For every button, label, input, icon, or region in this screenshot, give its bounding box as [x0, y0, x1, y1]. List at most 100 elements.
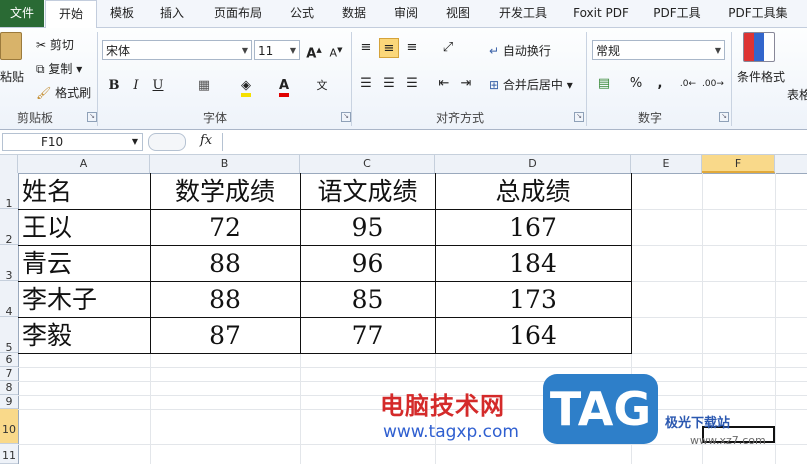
align-left-icon[interactable]: ☰ — [356, 74, 376, 94]
align-right-icon[interactable]: ☰ — [402, 74, 422, 94]
align-top-icon[interactable]: ≡ — [356, 38, 376, 58]
fx-icon[interactable]: fx — [200, 133, 212, 148]
cell-a2[interactable]: 王以 — [22, 211, 150, 245]
row-header-7[interactable]: 7 — [0, 367, 18, 381]
row-header-8[interactable]: 8 — [0, 381, 18, 395]
currency-icon[interactable]: ▤ — [594, 74, 614, 94]
column-header-d[interactable]: D — [435, 155, 631, 173]
cell-d2[interactable]: 167 — [435, 211, 631, 245]
column-header-f[interactable]: F — [702, 155, 775, 173]
row-header-11[interactable]: 11 — [0, 444, 18, 464]
gridline — [18, 367, 807, 368]
tab-template[interactable]: 模板 — [100, 0, 144, 27]
text-orientation-icon[interactable]: ⤢ — [438, 38, 458, 58]
align-middle-icon[interactable]: ≡ — [379, 38, 399, 58]
tab-view[interactable]: 视图 — [436, 0, 480, 27]
copy-button[interactable]: ⧉ 复制 ▾ — [36, 60, 82, 77]
cell-b1[interactable]: 数学成绩 — [150, 175, 300, 209]
tab-page-layout[interactable]: 页面布局 — [205, 0, 271, 27]
tab-review[interactable]: 审阅 — [384, 0, 428, 27]
tab-formulas[interactable]: 公式 — [280, 0, 324, 27]
cell-d4[interactable]: 173 — [435, 283, 631, 317]
fill-color-icon[interactable]: ◈ — [236, 76, 256, 97]
paste-icon[interactable] — [0, 32, 22, 60]
tab-data[interactable]: 数据 — [332, 0, 376, 27]
cell-a3[interactable]: 青云 — [22, 247, 150, 281]
cell-b4[interactable]: 88 — [150, 283, 300, 317]
number-launcher-icon[interactable]: ↘ — [719, 112, 729, 122]
conditional-format-button[interactable]: 条件格式 — [737, 68, 785, 85]
clipboard-launcher-icon[interactable]: ↘ — [87, 112, 97, 122]
row-header-9[interactable]: 9 — [0, 395, 18, 409]
formula-splitter[interactable] — [148, 133, 186, 151]
chevron-down-icon: ▼ — [241, 46, 248, 55]
underline-button[interactable]: U — [148, 76, 168, 96]
cell-c3[interactable]: 96 — [300, 247, 435, 281]
tab-home[interactable]: 开始 — [45, 0, 97, 29]
bold-button[interactable]: B — [104, 76, 124, 96]
align-bottom-icon[interactable]: ≡ — [402, 38, 422, 58]
row-header-4[interactable]: 4 — [0, 281, 18, 318]
font-size-select[interactable]: 11 ▼ — [254, 40, 300, 60]
font-color-icon[interactable]: A — [274, 76, 294, 97]
copy-icon: ⧉ — [36, 62, 45, 76]
increase-decimal-icon[interactable]: .0← — [678, 74, 698, 94]
percent-button[interactable]: % — [626, 74, 646, 94]
select-all-corner[interactable] — [0, 155, 18, 173]
cell-d5[interactable]: 164 — [435, 319, 631, 353]
column-header-b[interactable]: B — [150, 155, 300, 173]
border-icon[interactable]: ▦ — [194, 76, 214, 96]
cell-c5[interactable]: 77 — [300, 319, 435, 353]
gridline — [18, 444, 807, 445]
table-format-button[interactable]: 表格 — [787, 86, 807, 103]
tab-file[interactable]: 文件 — [0, 0, 44, 27]
row-header-5[interactable]: 5 — [0, 317, 18, 354]
column-header-c[interactable]: C — [300, 155, 435, 173]
format-painter-button[interactable]: 🖌 格式刷 — [36, 84, 91, 101]
wrap-text-button[interactable]: ↵ 自动换行 — [489, 42, 551, 59]
cell-c2[interactable]: 95 — [300, 211, 435, 245]
grow-font-icon[interactable]: A▲ — [304, 40, 324, 61]
shrink-font-icon[interactable]: A▼ — [326, 40, 346, 60]
cell-b2[interactable]: 72 — [150, 211, 300, 245]
column-header-bar: A B C D E F — [0, 155, 807, 174]
alignment-launcher-icon[interactable]: ↘ — [574, 112, 584, 122]
tab-developer[interactable]: 开发工具 — [488, 0, 558, 27]
formula-input[interactable] — [222, 133, 807, 151]
decrease-indent-icon[interactable]: ⇤ — [434, 74, 454, 94]
row-header-10[interactable]: 10 — [0, 409, 18, 444]
cell-d1[interactable]: 总成绩 — [435, 175, 631, 209]
comma-button[interactable]: , — [650, 74, 670, 94]
row-header-6[interactable]: 6 — [0, 353, 18, 367]
font-name-select[interactable]: 宋体 ▼ — [102, 40, 252, 60]
conditional-format-icon[interactable] — [743, 32, 775, 62]
row-header-1[interactable]: 1 — [0, 173, 18, 210]
row-header-3[interactable]: 3 — [0, 245, 18, 282]
cell-d3[interactable]: 184 — [435, 247, 631, 281]
name-box[interactable]: F10 ▼ — [2, 133, 143, 151]
paste-button[interactable]: 粘贴 — [0, 68, 24, 85]
column-header-e[interactable]: E — [631, 155, 702, 173]
tab-insert[interactable]: 插入 — [150, 0, 194, 27]
phonetic-icon[interactable]: 文 — [312, 76, 332, 96]
increase-indent-icon[interactable]: ⇥ — [456, 74, 476, 94]
tab-pdf-tools[interactable]: PDF工具 — [644, 0, 710, 27]
number-format-select[interactable]: 常规 ▼ — [592, 40, 725, 60]
cell-a1[interactable]: 姓名 — [22, 175, 150, 209]
cell-a5[interactable]: 李毅 — [22, 319, 150, 353]
cell-b3[interactable]: 88 — [150, 247, 300, 281]
italic-button[interactable]: I — [126, 76, 146, 96]
tab-pdf-toolset[interactable]: PDF工具集 — [718, 0, 798, 27]
row-header-2[interactable]: 2 — [0, 209, 18, 246]
merge-center-button[interactable]: ⊞ 合并后居中 ▾ — [489, 76, 573, 93]
font-launcher-icon[interactable]: ↘ — [341, 112, 351, 122]
column-header-a[interactable]: A — [18, 155, 150, 173]
cell-b5[interactable]: 87 — [150, 319, 300, 353]
cell-a4[interactable]: 李木子 — [22, 283, 150, 317]
cell-c1[interactable]: 语文成绩 — [300, 175, 435, 209]
tab-foxit-pdf[interactable]: Foxit PDF — [566, 0, 636, 27]
cut-button[interactable]: ✂ 剪切 — [36, 36, 74, 53]
decrease-decimal-icon[interactable]: .00→ — [702, 74, 724, 94]
cell-c4[interactable]: 85 — [300, 283, 435, 317]
align-center-icon[interactable]: ☰ — [379, 74, 399, 94]
